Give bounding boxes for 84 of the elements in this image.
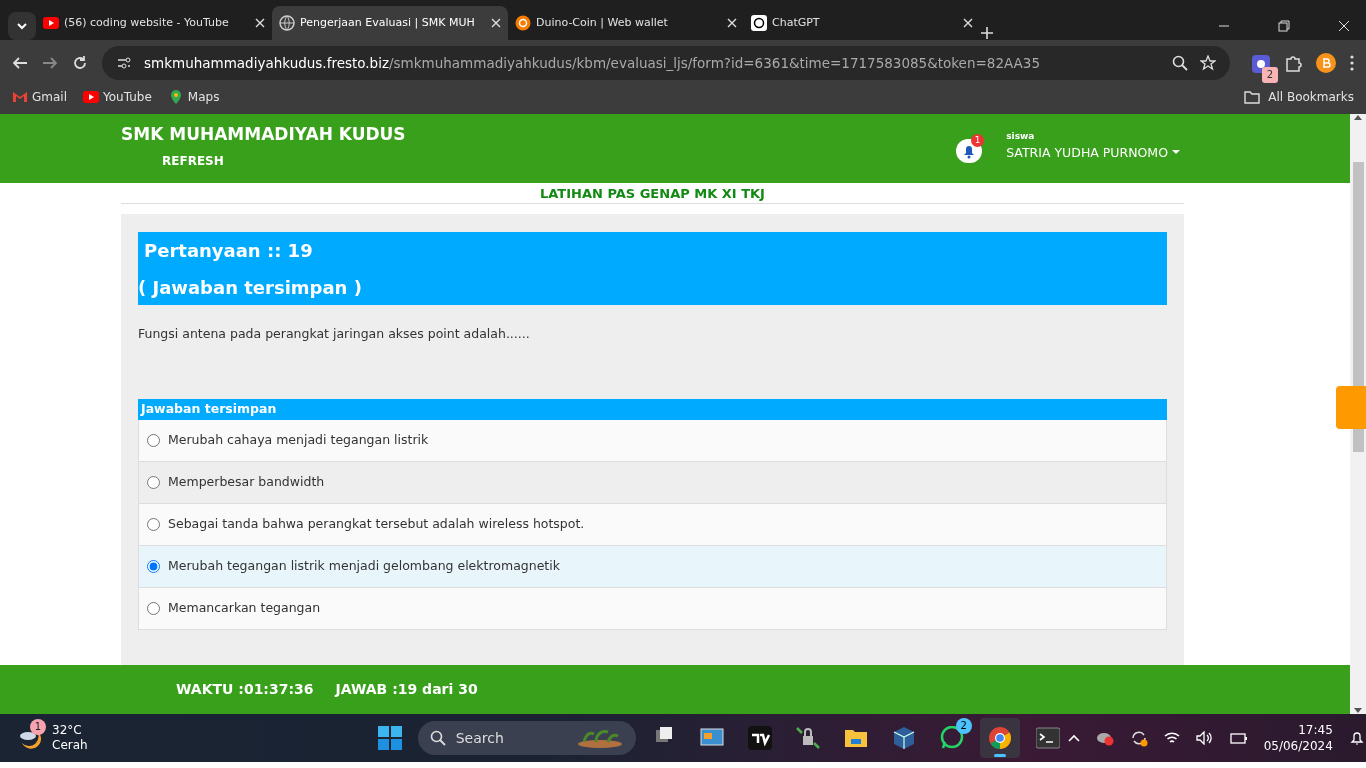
more-icon[interactable] <box>1350 55 1354 71</box>
radio-button[interactable] <box>147 559 160 573</box>
notification-badge: 1 <box>971 134 985 147</box>
browser-tab[interactable]: Duino-Coin | Web wallet <box>508 6 744 40</box>
scrollbar[interactable] <box>1350 114 1366 714</box>
speaker-icon[interactable] <box>1195 731 1214 745</box>
windows-start-icon[interactable] <box>377 726 402 750</box>
cube-icon[interactable] <box>891 726 916 750</box>
answers-header: Jawaban tersimpan <box>138 399 1167 420</box>
close-icon[interactable] <box>491 18 501 28</box>
zoom-icon[interactable] <box>1172 55 1188 71</box>
bitcoin-icon[interactable] <box>1316 53 1336 73</box>
wifi-icon[interactable] <box>1163 731 1180 745</box>
close-icon[interactable] <box>727 18 737 28</box>
option-text: Memancarkan tegangan <box>168 598 321 617</box>
save-status: ( Jawaban tersimpan ) <box>138 276 363 301</box>
site-settings-icon[interactable] <box>116 55 132 71</box>
timer-text: WAKTU :01:37:36 <box>176 679 314 699</box>
back-icon[interactable] <box>12 55 28 71</box>
option-text: Memperbesar bandwidth <box>168 472 325 491</box>
terminal-icon[interactable] <box>1035 726 1060 750</box>
browser-tab[interactable]: ChatGPT <box>744 6 980 40</box>
option-text: Merubah cahaya menjadi tegangan listrik <box>168 430 429 449</box>
badge-count: 2 <box>1262 67 1278 83</box>
clock[interactable]: 17:45 05/06/2024 <box>1263 722 1333 754</box>
folder-icon <box>1244 90 1261 104</box>
search-icon <box>429 730 446 746</box>
exam-title: LATIHAN PAS GENAP MK XI TKJ <box>121 182 1184 205</box>
address-bar[interactable]: smkmuhammadiyahkudus.fresto.biz/smkmuhammadiyahkudus/kbm/evaluasi_ljs/form?id=6361&time=1717583085&token=82AA35 <box>102 46 1230 80</box>
radio-button[interactable] <box>147 601 160 615</box>
option-text: Merubah tegangan listrik menjadi gelombang elektromagnetik <box>168 556 560 575</box>
star-icon[interactable] <box>1200 55 1216 71</box>
bookmark[interactable]: Gmail <box>12 88 67 106</box>
new-tab-icon[interactable] <box>980 26 994 40</box>
answer-option[interactable]: Memancarkan tegangan <box>138 587 1167 630</box>
globe-icon <box>279 15 295 31</box>
clock-date: 05/06/2024 <box>1263 738 1333 754</box>
weather-condition: Cerah <box>52 738 88 753</box>
all-bookmarks-link[interactable]: All Bookmarks <box>1244 88 1354 106</box>
forward-icon[interactable] <box>42 55 58 71</box>
bookmark[interactable]: Maps <box>167 88 220 106</box>
answered-count: JAWAB :19 dari 30 <box>335 679 478 699</box>
notification-bell-icon[interactable] <box>1348 730 1365 746</box>
browser-icon[interactable] <box>987 726 1012 750</box>
close-icon[interactable] <box>255 18 265 28</box>
site-title: SMK MUHAMMADIYAH KUDUS <box>121 123 406 146</box>
answer-option[interactable]: Sebagai tanda bahwa perangkat tersebut adalah wireless hotspot. <box>138 503 1167 546</box>
lock-transfer-icon[interactable] <box>795 726 820 750</box>
video-play-icon <box>83 89 99 105</box>
radio-button[interactable] <box>147 433 160 447</box>
reload-icon[interactable] <box>72 55 88 71</box>
close-icon[interactable] <box>963 18 973 28</box>
temperature: 32°C <box>52 723 83 738</box>
badge-count: 2 <box>955 718 972 734</box>
cloud-error-icon[interactable] <box>1095 730 1114 746</box>
plant-icon <box>575 728 624 748</box>
url-text: smkmuhammadiyahkudus.fresto.biz/smkmuhammadiyahkudus/kbm/evaluasi_ljs/form?id=6361&time=1717583085&token=82AA35 <box>144 53 1041 73</box>
search-box[interactable]: Search <box>417 721 636 755</box>
question-number: Pertanyaan :: 19 <box>143 239 314 264</box>
bell-icon[interactable] <box>956 138 983 163</box>
clock-time: 17:45 <box>1298 722 1333 738</box>
battery-icon[interactable] <box>1229 732 1248 744</box>
answer-option[interactable]: Memperbesar bandwidth <box>138 461 1167 504</box>
tab-list-icon[interactable] <box>8 12 36 40</box>
role-label: siswa <box>1006 130 1036 143</box>
answer-option[interactable]: Merubah cahaya menjadi tegangan listrik <box>138 419 1167 462</box>
sync-icon[interactable] <box>1129 729 1148 747</box>
video-play-icon <box>43 15 59 31</box>
radio-button[interactable] <box>147 475 160 489</box>
close-icon[interactable] <box>1338 20 1350 32</box>
restore-icon[interactable] <box>1278 20 1290 32</box>
browser-tab[interactable]: (56) coding website - YouTube <box>36 6 272 40</box>
alert-badge: 1 <box>30 719 46 735</box>
mail-icon <box>12 89 28 105</box>
option-text: Sebagai tanda bahwa perangkat tersebut adalah wireless hotspot. <box>168 514 585 533</box>
chevron-up-icon[interactable] <box>1067 734 1080 742</box>
bookmark[interactable]: YouTube <box>83 88 152 106</box>
question-text: Fungsi antena pada perangkat jaringan akses point adalah...... <box>138 325 531 344</box>
browser-tab[interactable]: Pengerjaan Evaluasi | SMK MUH <box>272 6 508 40</box>
answer-option[interactable]: Merubah tegangan listrik menjadi gelombang elektromagnetik <box>138 545 1167 588</box>
coin-icon <box>515 15 531 31</box>
caret-icon <box>1172 150 1180 156</box>
radio-button[interactable] <box>147 517 160 531</box>
puzzle-icon[interactable] <box>1284 54 1302 72</box>
